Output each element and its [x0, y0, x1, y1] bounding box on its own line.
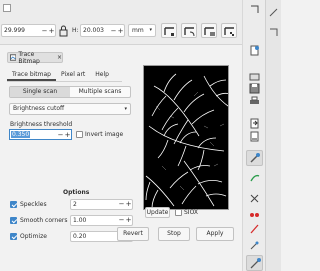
smooth-corners-checkbox[interactable]: [10, 217, 17, 224]
print-icon[interactable]: [249, 96, 260, 107]
revert-button[interactable]: Revert: [117, 227, 149, 241]
affect-pattern-icon: [224, 27, 234, 36]
import-icon[interactable]: [249, 118, 260, 129]
h-field[interactable]: 20.003 − +: [80, 24, 125, 37]
smooth-corners-input[interactable]: 1.00 − +: [70, 215, 133, 226]
optimize-value: 0.20: [73, 233, 87, 240]
invert-image-label: Invert image: [85, 131, 124, 138]
optimize-label: Optimize: [20, 233, 47, 240]
threshold-input[interactable]: 0.350 − +: [9, 129, 72, 140]
save-icon[interactable]: [249, 83, 260, 94]
speckles-decrement[interactable]: −: [118, 200, 125, 209]
affect-gradient-icon: [204, 27, 215, 36]
h-label: H:: [72, 27, 79, 34]
snap-bbox-icon[interactable]: [269, 28, 278, 37]
trace-bitmap-dialog: Trace Bitmap × Trace bitmap Pixel art He…: [3, 49, 239, 244]
affect-gradient-button[interactable]: [201, 23, 217, 38]
align-icon[interactable]: [249, 223, 260, 234]
smooth-corners-value: 1.00: [73, 217, 87, 224]
stop-button[interactable]: Stop: [158, 227, 190, 241]
speckles-value: 2: [73, 201, 77, 208]
x-increment[interactable]: +: [48, 27, 55, 35]
tab-trace-bitmap[interactable]: Trace bitmap: [7, 68, 56, 81]
trace-bitmap-icon: [10, 54, 17, 61]
leaf-preview-image: [145, 73, 228, 209]
speckles-label: Speckles: [20, 201, 47, 208]
scan-mode-switch: Single scan Multiple scans: [9, 86, 131, 98]
invert-image-checkbox[interactable]: [76, 131, 83, 138]
siox-label: SIOX: [184, 209, 199, 216]
chevron-down-icon: ▾: [149, 27, 152, 33]
speckles-increment[interactable]: +: [125, 200, 132, 209]
x-value: 29.999: [4, 27, 25, 34]
tab-pixel-art[interactable]: Pixel art: [56, 68, 90, 81]
snap-controls-bar: [265, 0, 281, 271]
speckles-checkbox[interactable]: [10, 201, 17, 208]
smooth-corners-decrement[interactable]: −: [118, 216, 125, 225]
speckles-input[interactable]: 2 − +: [70, 199, 133, 210]
threshold-value: 0.350: [11, 131, 31, 138]
unit-select[interactable]: mm ▾: [128, 24, 156, 37]
toolbar-checkbox[interactable]: [3, 4, 11, 12]
h-value: 20.003: [83, 27, 104, 34]
threshold-increment[interactable]: +: [64, 131, 71, 139]
commands-bar: [242, 0, 265, 271]
affect-stroke-button[interactable]: [161, 23, 177, 38]
trace-icon[interactable]: [249, 240, 260, 251]
dialog-tabs: Trace bitmap Pixel art Help: [7, 68, 122, 82]
x-field[interactable]: 29.999 − +: [1, 24, 56, 37]
single-scan-button[interactable]: Single scan: [10, 87, 70, 97]
snap-toggle-icon[interactable]: [269, 8, 278, 17]
dialog-title: Trace Bitmap: [18, 50, 40, 65]
unit-value: mm: [132, 27, 144, 34]
affect-corners-icon: [184, 27, 195, 37]
detection-mode-select[interactable]: Brightness cutoff ▾: [9, 103, 131, 115]
siox-checkbox[interactable]: [175, 209, 182, 216]
fill-stroke-icon[interactable]: [249, 193, 260, 204]
options-heading: Options: [63, 189, 90, 196]
redo-button[interactable]: [246, 150, 263, 166]
lock-icon[interactable]: [58, 24, 69, 37]
apply-button[interactable]: Apply: [196, 227, 234, 241]
threshold-label: Brightness threshold: [10, 121, 73, 128]
trace-preview: [143, 65, 229, 210]
text-font-icon[interactable]: [249, 208, 260, 219]
snap-button[interactable]: [246, 255, 263, 271]
multiple-scans-button[interactable]: Multiple scans: [70, 87, 130, 97]
h-increment[interactable]: +: [117, 27, 124, 35]
detection-mode-value: Brightness cutoff: [13, 105, 65, 112]
xml-editor-icon[interactable]: [249, 172, 260, 183]
smooth-corners-label: Smooth corners: [20, 217, 68, 224]
chevron-down-icon: ▾: [124, 106, 127, 112]
open-doc-icon[interactable]: [249, 70, 260, 81]
x-decrement[interactable]: −: [41, 27, 48, 35]
threshold-decrement[interactable]: −: [57, 131, 64, 139]
new-doc-icon[interactable]: [249, 45, 260, 56]
affect-pattern-button[interactable]: [221, 23, 237, 38]
affect-stroke-icon: [164, 27, 174, 36]
snap-icon: [250, 258, 261, 269]
close-icon[interactable]: ×: [57, 54, 62, 61]
redo-icon: [250, 153, 260, 163]
export-icon[interactable]: [249, 131, 260, 142]
optimize-checkbox[interactable]: [10, 233, 17, 240]
smooth-corners-increment[interactable]: +: [125, 216, 132, 225]
update-button[interactable]: Update: [145, 207, 170, 218]
tab-help[interactable]: Help: [90, 68, 114, 81]
dialog-tab-title[interactable]: Trace Bitmap ×: [7, 50, 63, 65]
affect-corners-button[interactable]: [181, 23, 197, 38]
tool-controls-bar: 29.999 − + H: 20.003 − + mm ▾: [0, 0, 242, 45]
h-decrement[interactable]: −: [110, 27, 117, 35]
corner-marker-icon: [249, 4, 260, 15]
